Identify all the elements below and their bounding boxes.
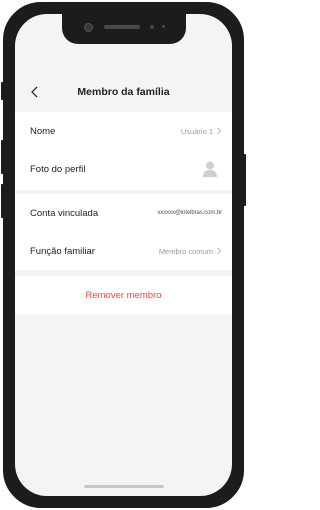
name-value: Usuário 1	[180, 126, 213, 136]
name-value-wrap: Usuário 1	[181, 127, 222, 136]
phone-frame: Membro da família Nome Usuário 1 Foto do…	[3, 2, 244, 508]
app-screen: Membro da família Nome Usuário 1 Foto do…	[15, 14, 232, 496]
family-role-value: Membro comum	[158, 246, 213, 256]
chevron-left-icon[interactable]	[28, 84, 42, 100]
family-role-row[interactable]: Função familiar Membro comum	[15, 232, 232, 270]
chevron-right-icon	[217, 247, 222, 255]
family-role-label: Função familiar	[30, 245, 95, 257]
speaker-grille	[103, 25, 140, 29]
user-avatar-icon	[203, 161, 217, 177]
photo-label: Foto do perfil	[30, 163, 86, 175]
chevron-right-icon	[217, 127, 222, 135]
profile-card: Nome Usuário 1 Foto do perfil	[15, 112, 232, 190]
linked-account-row: Conta vinculada xxxxxx@intelbras.com.br	[15, 194, 232, 232]
camera-icon	[83, 23, 93, 32]
page-title: Membro da família	[77, 86, 170, 98]
linked-account-value: xxxxxx@intelbras.com.br	[157, 210, 223, 216]
account-card: Conta vinculada xxxxxx@intelbras.com.br …	[15, 194, 232, 270]
remove-member-button[interactable]: Remover membro	[15, 276, 232, 314]
name-row[interactable]: Nome Usuário 1	[15, 112, 232, 150]
home-indicator	[83, 485, 164, 488]
phone-notch	[61, 14, 186, 44]
sensor-dot	[161, 25, 165, 28]
nav-header: Membro da família	[15, 74, 232, 110]
remove-card: Remover membro	[15, 276, 232, 314]
linked-account-label: Conta vinculada	[30, 207, 99, 219]
sensor-dot	[149, 25, 154, 29]
family-role-value-wrap: Membro comum	[159, 247, 222, 256]
profile-photo-row[interactable]: Foto do perfil	[15, 150, 232, 188]
name-label: Nome	[30, 125, 56, 137]
